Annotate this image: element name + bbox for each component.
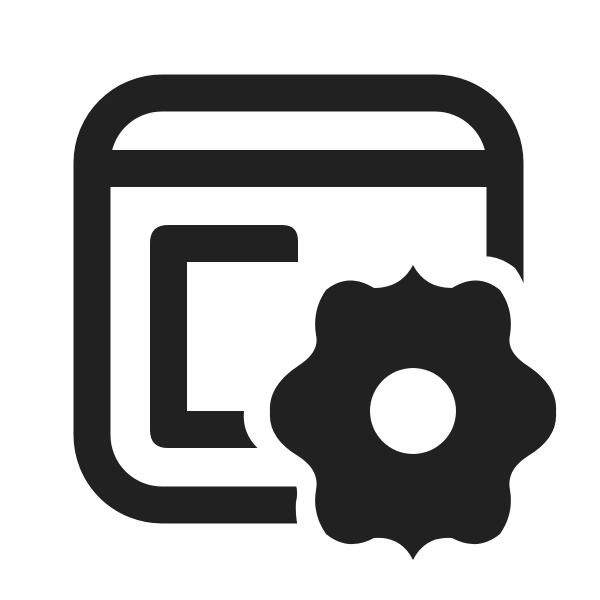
- app-window-settings-icon: [73, 74, 557, 560]
- window-title-bar: [92, 150, 505, 187]
- gear-hole: [370, 368, 456, 454]
- icon-canvas: [0, 0, 600, 600]
